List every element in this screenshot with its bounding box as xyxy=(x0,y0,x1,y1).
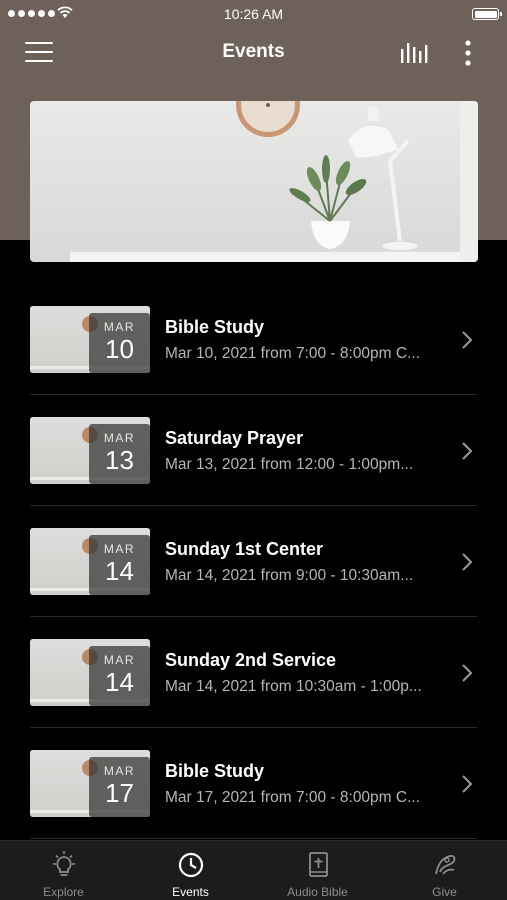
event-title: Sunday 2nd Service xyxy=(165,650,337,670)
event-subtitle: Mar 13, 2021 from 12:00 - 1:00pm... xyxy=(165,456,414,473)
audio-bars-icon[interactable] xyxy=(400,39,430,65)
event-subtitle: Mar 17, 2021 from 7:00 - 8:00pm C... xyxy=(165,789,421,806)
tab-audio-bible[interactable]: Audio Bible xyxy=(254,841,381,900)
event-row[interactable]: MAR 17 Bible Study Mar 17, 2021 from 7:0… xyxy=(0,728,507,839)
event-title: Bible Study xyxy=(165,761,265,781)
tab-give[interactable]: Give xyxy=(381,841,507,900)
status-bar: 10:26 AM xyxy=(0,0,507,28)
event-date-badge: MAR 14 xyxy=(89,535,150,595)
event-day: 17 xyxy=(105,778,134,808)
chevron-right-icon xyxy=(462,331,473,349)
chevron-right-icon xyxy=(462,775,473,793)
event-month: MAR xyxy=(103,653,136,667)
tab-explore[interactable]: Explore xyxy=(0,841,127,900)
event-month: MAR xyxy=(103,431,136,445)
event-title: Sunday 1st Center xyxy=(165,539,324,559)
event-subtitle: Mar 10, 2021 from 7:00 - 8:00pm C... xyxy=(165,345,421,362)
event-title: Bible Study xyxy=(165,317,265,337)
give-icon xyxy=(434,854,455,875)
status-time: 10:26 AM xyxy=(223,6,284,22)
chevron-right-icon xyxy=(462,442,473,460)
hero-image xyxy=(30,101,478,262)
event-date-badge: MAR 14 xyxy=(89,646,150,706)
tab-label: Events xyxy=(172,885,209,899)
event-month: MAR xyxy=(103,320,136,334)
event-day: 13 xyxy=(105,445,134,475)
more-options-icon[interactable] xyxy=(460,39,476,67)
event-month: MAR xyxy=(103,764,136,778)
event-date-badge: MAR 17 xyxy=(89,757,150,817)
event-row[interactable]: MAR 10 Bible Study Mar 10, 2021 from 7:0… xyxy=(0,284,507,395)
tab-events[interactable]: Events xyxy=(127,841,254,900)
chevron-right-icon xyxy=(462,553,473,571)
lightbulb-icon xyxy=(52,851,75,876)
event-subtitle: Mar 14, 2021 from 10:30am - 1:00p... xyxy=(165,678,422,695)
event-title: Saturday Prayer xyxy=(165,428,304,448)
event-date-badge: MAR 13 xyxy=(89,424,150,484)
clock-icon xyxy=(178,852,203,878)
event-row[interactable]: MAR 13 Saturday Prayer Mar 13, 2021 from… xyxy=(0,395,507,506)
event-day: 14 xyxy=(105,556,134,586)
tab-bar: Explore Events Audio Bible Give xyxy=(0,840,507,900)
tab-label: Give xyxy=(432,885,457,899)
event-day: 10 xyxy=(105,334,134,364)
event-date-badge: MAR 10 xyxy=(89,313,150,373)
events-list: MAR 10 Bible Study Mar 10, 2021 from 7:0… xyxy=(0,284,507,839)
page-title: Events xyxy=(222,41,285,62)
event-row[interactable]: MAR 14 Sunday 2nd Service Mar 14, 2021 f… xyxy=(0,617,507,728)
bible-icon xyxy=(308,852,328,877)
event-month: MAR xyxy=(103,542,136,556)
tab-label: Audio Bible xyxy=(287,885,348,899)
event-row[interactable]: MAR 14 Sunday 1st Center Mar 14, 2021 fr… xyxy=(0,506,507,617)
battery-icon xyxy=(472,8,502,20)
chevron-right-icon xyxy=(462,664,473,682)
navigation-bar: Events xyxy=(0,28,507,78)
tab-label: Explore xyxy=(43,885,84,899)
event-subtitle: Mar 14, 2021 from 9:00 - 10:30am... xyxy=(165,567,414,584)
event-day: 14 xyxy=(105,667,134,697)
